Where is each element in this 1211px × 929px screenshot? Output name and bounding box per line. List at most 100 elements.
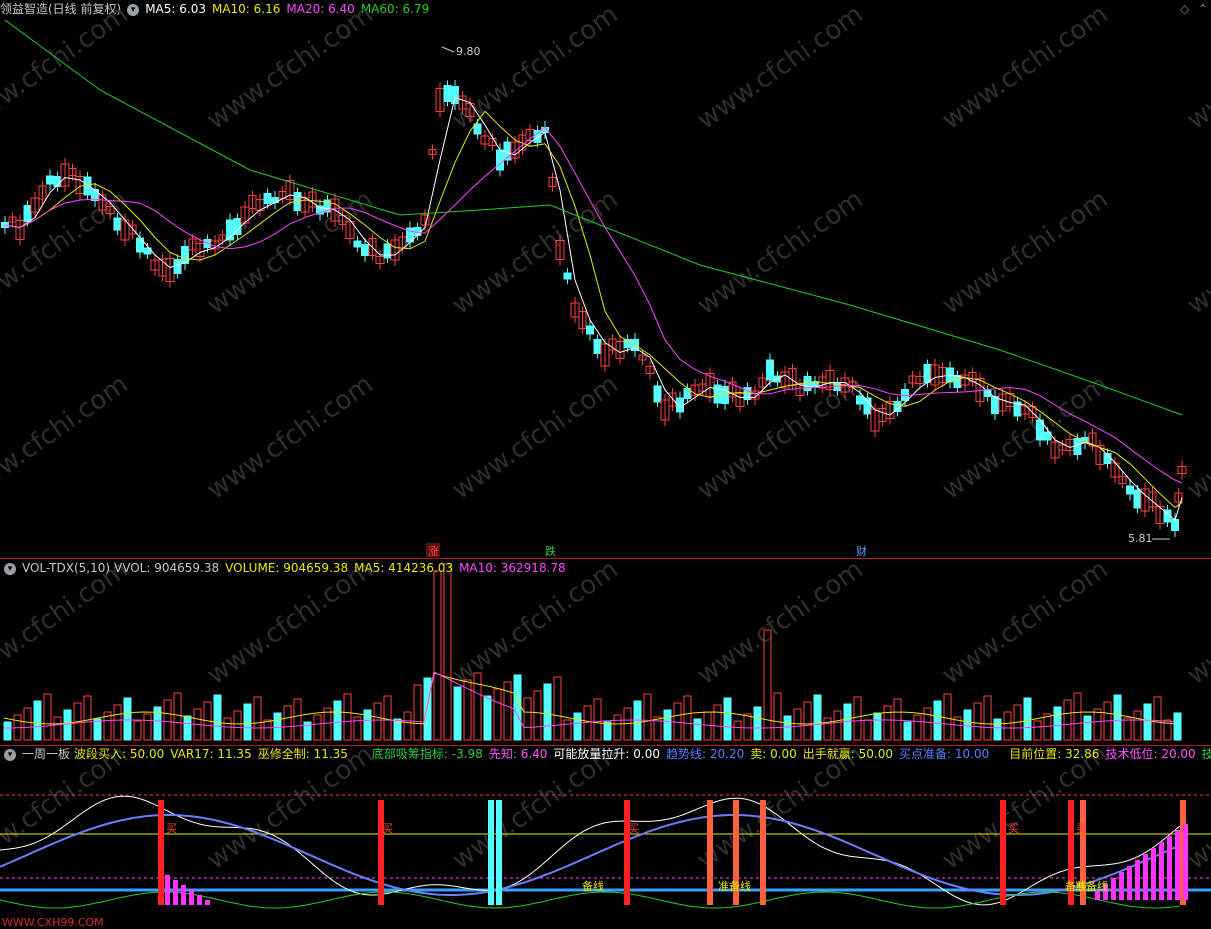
volume-bar [483,695,492,741]
signal-bar [707,800,713,905]
volume-bar [223,717,232,741]
candle-body [1036,419,1044,441]
volume-bar [433,570,442,741]
candle-body [113,217,122,231]
watermark-text: www.cfchi.com [1182,0,1211,136]
signal-bar [378,800,384,905]
low-price-label: 5.81 [1128,532,1153,545]
volume-bar [893,698,902,741]
volume-bar [443,563,452,741]
volume-bar [703,711,712,741]
magenta-bar [1119,872,1124,900]
volume-bar [753,706,762,741]
volume-bar [1073,692,1082,741]
volume-bar [933,700,942,741]
volume-bar [1123,717,1132,741]
volume-bar [563,719,572,741]
volume-bar [143,713,152,741]
volume-bar [783,715,792,741]
indicator-item: 趋势线: 20.20 [666,747,745,761]
volume-bar [773,692,782,741]
volume-bar [43,693,52,741]
volume-bar [333,700,342,741]
volume-bar [823,717,832,741]
volume-value: VOLUME: 904659.38 [225,561,349,575]
volume-bar [513,674,522,741]
volume-bar [183,715,192,741]
volume-bar [3,721,12,741]
site-watermark-label: WWW.CXH99.COM [2,916,104,929]
watermark-text: www.cfchi.com [1182,184,1211,320]
candle-body [451,86,459,104]
volume-bar [573,712,582,741]
volume-bar [873,712,882,741]
candle-body [766,359,774,381]
volume-bar [923,707,932,741]
volume-bar [1153,696,1162,741]
volume-bar [403,711,412,741]
candle-body [923,364,932,383]
indicator-item: 卖: 0.00 [750,747,797,761]
event-marker-label: 涨 [428,545,439,558]
indicator-item: 底部吸筹指标: -3.98 [371,747,483,761]
volume-bar [553,676,562,741]
volume-bar [123,697,132,741]
volume-bar [343,693,352,741]
candle-body [856,395,864,405]
volume-bar [973,702,982,741]
magenta-bar [1127,866,1132,900]
indicator-item: 可能放量拉升: 0.00 [553,747,660,761]
volume-bar [293,698,302,741]
candle-body [593,339,602,354]
candle-body [863,397,872,415]
vol-ma10-value: MA10: 362918.78 [459,561,566,575]
candle-body [1126,485,1134,495]
high-price-label: 9.80 [456,45,481,58]
candle-body [1133,489,1142,509]
chevron-down-icon[interactable]: ▾ [4,748,16,761]
standby-line-label: 备线 [582,879,604,893]
volume-bar [163,699,172,741]
magenta-bar [1183,824,1188,900]
volume-bar [93,718,102,741]
signal-bar [760,800,766,905]
volume-bar [453,686,462,741]
candle-body [443,85,452,102]
magenta-bar [1151,848,1156,900]
watermark-text: www.cfchi.com [447,369,624,505]
volume-bar [423,677,432,741]
volume-bar [393,718,402,741]
volume-bar [253,696,262,741]
volume-bar [1133,710,1142,741]
magenta-bar [1175,830,1180,900]
standby-line-label: 准备线 [1075,879,1108,893]
volume-indicator-name[interactable]: VOL-TDX(5,10) [22,561,110,575]
signal-bar [158,800,164,905]
buy-signal-label: 买 [1076,822,1087,835]
kline-chart[interactable]: www.cfchi.com www.cfchi.com www.cfchi.com w… [0,0,1211,929]
volume-bar [603,721,612,741]
volume-bar [133,720,142,741]
volume-bar [23,707,32,741]
signal-bar [624,800,630,905]
indicator-item: 技术中位 [1201,747,1211,761]
volume-bar [643,693,652,741]
volume-bar [1023,697,1032,741]
volume-bar [963,709,972,741]
indicator-item: 巫修全制: 11.35 [257,747,348,761]
indicator-item: 出手就赢: 50.00 [802,747,894,761]
volume-bar [373,702,382,741]
volume-bar [113,704,122,741]
watermark-text: www.cfchi.com [1182,554,1211,690]
volume-bar [853,696,862,741]
magenta-bar [181,885,186,905]
volume-bar [63,709,72,741]
volume-bar [733,720,742,741]
volume-bar [613,714,622,741]
candle-body [473,123,482,135]
volume-bar [1063,699,1072,741]
watermark-text: www.cfchi.com [447,0,624,136]
candle-body [1073,438,1082,455]
indicator-name[interactable]: 一周一板 [22,747,70,761]
chevron-down-icon[interactable]: ▾ [4,562,16,575]
